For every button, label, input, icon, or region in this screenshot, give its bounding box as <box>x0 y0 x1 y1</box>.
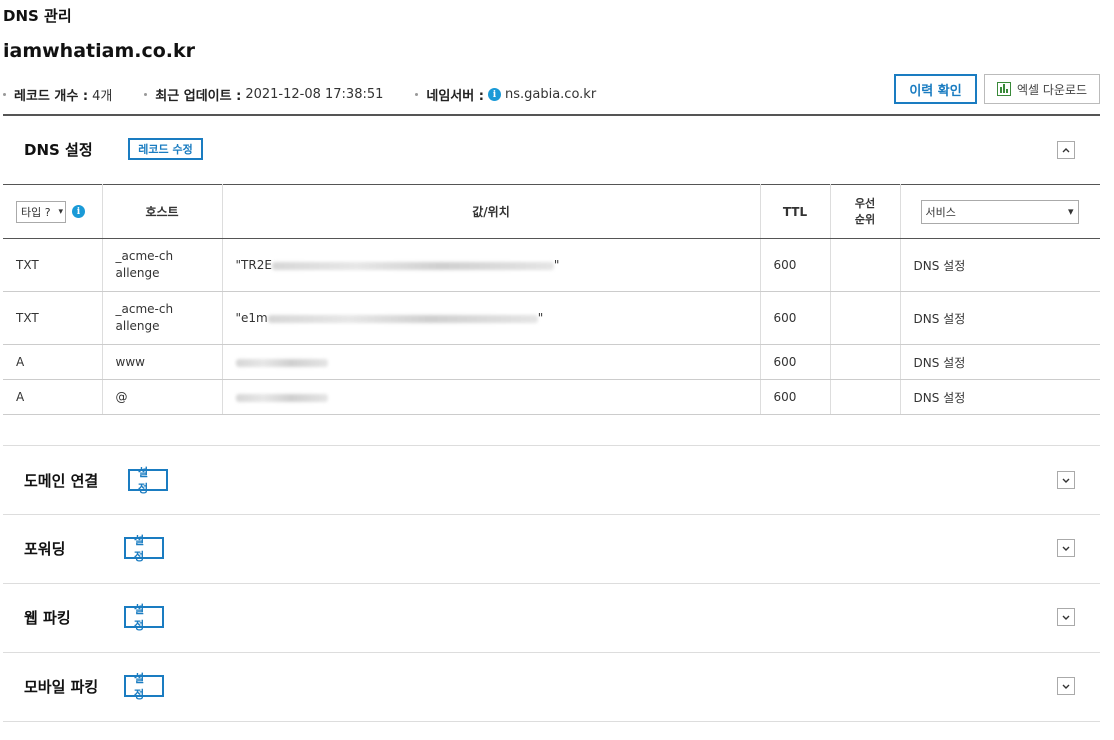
record-ttl: 600 <box>760 379 831 415</box>
meta-row: 레코드 개수 : 4개 최근 업데이트 : 2021-12-08 17:38:5… <box>3 85 628 104</box>
value-column-header: 값/위치 <box>222 184 761 239</box>
record-ttl: 600 <box>760 344 831 380</box>
section-title: 도메인 연결 <box>24 472 99 490</box>
host-column-header: 호스트 <box>102 184 223 239</box>
nameserver: 네임서버 : i ns.gabia.co.kr <box>415 85 596 104</box>
dns-records-table: 타입 ? ▾ i 호스트 값/위치 TTL 우선순위 서비스 ▾ TXT _acme… <box>3 184 1100 415</box>
record-host: @ <box>102 379 223 415</box>
mobile-parking-section[interactable]: 모바일 파킹 설정 <box>3 653 1100 722</box>
expand-toggle[interactable] <box>1057 677 1075 695</box>
expand-toggle[interactable] <box>1057 471 1075 489</box>
collapse-toggle[interactable] <box>1057 141 1075 159</box>
record-service: DNS 설정 <box>900 344 1100 380</box>
record-priority <box>830 344 901 380</box>
record-value: "TR2E " <box>222 238 761 292</box>
record-service: DNS 설정 <box>900 238 1100 292</box>
section-title: DNS 설정 <box>24 141 93 159</box>
bullet-dot <box>415 93 419 96</box>
record-count: 레코드 개수 : 4개 <box>3 85 112 104</box>
table-row[interactable]: A @ 600 DNS 설정 <box>3 379 1100 415</box>
chevron-up-icon <box>1062 148 1070 153</box>
record-host: www <box>102 344 223 380</box>
chevron-down-icon <box>1062 546 1070 551</box>
last-update: 최근 업데이트 : 2021-12-08 17:38:51 <box>144 85 383 104</box>
record-service: DNS 설정 <box>900 379 1100 415</box>
last-update-label: 최근 업데이트 : <box>155 89 242 104</box>
expand-toggle[interactable] <box>1057 539 1075 557</box>
expand-toggle[interactable] <box>1057 608 1075 626</box>
record-host: _acme-challenge <box>102 291 223 345</box>
excel-download-button[interactable]: 엑셀 다운로드 <box>984 74 1100 104</box>
type-filter-select[interactable]: 타입 ? ▾ <box>16 200 66 223</box>
table-row[interactable]: A www 600 DNS 설정 <box>3 344 1100 380</box>
record-value <box>222 379 761 415</box>
record-host: _acme-challenge <box>102 238 223 292</box>
bullet-dot <box>3 93 6 96</box>
record-value <box>222 344 761 380</box>
table-row[interactable]: TXT _acme-challenge "e1m " 600 DNS 설정 <box>3 291 1100 345</box>
info-icon[interactable]: i <box>72 205 85 218</box>
record-type: A <box>3 344 103 380</box>
record-priority <box>830 291 901 345</box>
last-update-value: 2021-12-08 17:38:51 <box>245 87 384 102</box>
domain-connect-section[interactable]: 도메인 연결 설정 <box>3 445 1100 515</box>
record-type: TXT <box>3 238 103 292</box>
nameserver-label: 네임서버 : <box>426 89 484 104</box>
type-column-header: 타입 ? ▾ i <box>3 184 103 239</box>
record-type: A <box>3 379 103 415</box>
excel-chart-icon <box>996 82 1011 96</box>
edit-records-button[interactable]: 레코드 수정 <box>128 138 203 160</box>
chevron-down-icon <box>1062 684 1070 689</box>
bullet-dot <box>144 93 148 96</box>
page-heading: DNS 관리 <box>3 7 72 25</box>
mobile-parking-settings-button[interactable]: 설정 <box>124 672 164 701</box>
forwarding-section[interactable]: 포워딩 설정 <box>3 515 1100 584</box>
priority-column-header: 우선순위 <box>830 184 901 239</box>
record-ttl: 600 <box>760 291 831 345</box>
record-ttl: 600 <box>760 238 831 292</box>
redacted-value <box>235 358 328 367</box>
record-priority <box>830 379 901 415</box>
service-column-header: 서비스 ▾ <box>900 184 1100 239</box>
section-title: 모바일 파킹 <box>24 678 99 696</box>
redacted-value <box>271 261 554 270</box>
domain-connect-settings-button[interactable]: 설정 <box>128 466 168 495</box>
history-button[interactable]: 이력 확인 <box>894 74 977 104</box>
ttl-column-header: TTL <box>760 184 831 239</box>
record-priority <box>830 238 901 292</box>
record-count-value: 4개 <box>92 89 113 104</box>
section-title: 웹 파킹 <box>24 609 71 627</box>
record-count-label: 레코드 개수 : <box>14 89 89 104</box>
nameserver-value: ns.gabia.co.kr <box>504 87 597 102</box>
dns-section-header: DNS 설정 레코드 수정 <box>3 116 1100 185</box>
section-title: 포워딩 <box>24 540 66 558</box>
excel-download-label: 엑셀 다운로드 <box>1016 82 1088 97</box>
service-filter-select[interactable]: 서비스 ▾ <box>920 199 1079 224</box>
redacted-value <box>267 314 538 323</box>
record-type: TXT <box>3 291 103 345</box>
record-service: DNS 설정 <box>900 291 1100 345</box>
info-icon[interactable]: i <box>487 88 501 101</box>
table-header-row: 타입 ? ▾ i 호스트 값/위치 TTL 우선순위 서비스 ▾ <box>3 184 1100 239</box>
web-parking-section[interactable]: 웹 파킹 설정 <box>3 584 1100 653</box>
web-parking-settings-button[interactable]: 설정 <box>124 603 164 632</box>
table-row[interactable]: TXT _acme-challenge "TR2E " 600 DNS 설정 <box>3 238 1100 292</box>
redacted-value <box>235 393 328 402</box>
record-value: "e1m " <box>222 291 761 345</box>
forwarding-settings-button[interactable]: 설정 <box>124 534 164 563</box>
chevron-down-icon <box>1062 478 1070 483</box>
chevron-down-icon <box>1062 615 1070 620</box>
domain-title: iamwhatiam.co.kr <box>3 40 196 62</box>
